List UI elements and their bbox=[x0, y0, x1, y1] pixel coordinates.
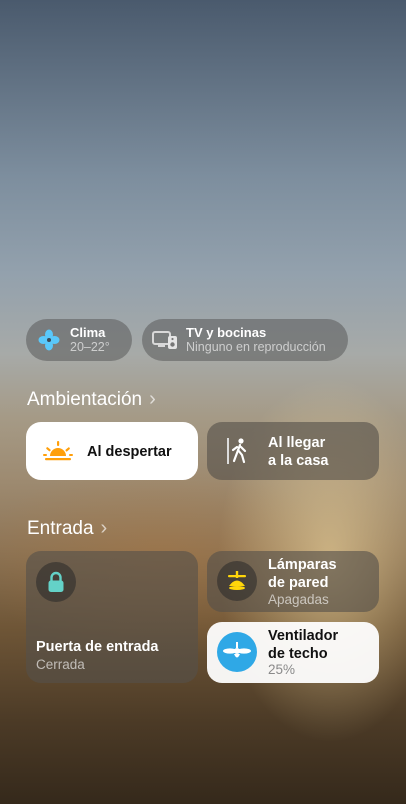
scene-arrive-line2: a la casa bbox=[268, 453, 329, 469]
ceiling-fan-line1: Ventilador bbox=[268, 628, 339, 644]
lamp-icon-circle bbox=[217, 561, 257, 601]
scene-arrive-line1: Al llegar bbox=[268, 435, 326, 451]
chevron-right-icon: › bbox=[149, 388, 156, 410]
front-door-lock-tile[interactable]: Puerta de entrada Cerrada bbox=[26, 551, 198, 683]
scenes-header[interactable]: Ambientación › bbox=[27, 388, 156, 411]
wall-lamps-line2: de pared bbox=[268, 575, 329, 591]
lock-icon-circle bbox=[36, 562, 76, 602]
fan-climate-icon bbox=[36, 327, 62, 353]
tv-speakers-pill[interactable]: TV y bocinas Ninguno en reproducción bbox=[142, 319, 348, 361]
climate-title: Clima bbox=[70, 325, 106, 340]
scene-wake-up-label: Al despertar bbox=[87, 444, 172, 460]
scene-wake-up-button[interactable]: Al despertar bbox=[26, 422, 198, 480]
tv-status: Ninguno en reproducción bbox=[186, 340, 326, 354]
tv-title: TV y bocinas bbox=[186, 325, 267, 340]
ceiling-fan-icon bbox=[223, 642, 251, 658]
front-door-name: Puerta de entrada bbox=[36, 639, 159, 655]
climate-value: 20–22° bbox=[70, 340, 110, 354]
ceiling-fan-line2: de techo bbox=[268, 646, 328, 662]
ceiling-fan-status: 25% bbox=[268, 662, 296, 677]
chevron-right-icon: › bbox=[100, 517, 108, 539]
wall-lamps-tile[interactable]: Lámparas de pared Apagadas bbox=[207, 551, 379, 612]
fan-icon-circle bbox=[217, 632, 257, 672]
climate-pill[interactable]: Clima 20–22° bbox=[26, 319, 132, 361]
scenes-title: Ambientación bbox=[27, 388, 143, 410]
front-door-status: Cerrada bbox=[36, 657, 85, 672]
tv-speaker-icon bbox=[152, 327, 178, 353]
ceiling-fan-tile[interactable]: Ventilador de techo 25% bbox=[207, 622, 379, 683]
entrance-header[interactable]: Entrada › bbox=[27, 517, 107, 540]
wall-lamps-status: Apagadas bbox=[268, 592, 329, 607]
sunrise-icon bbox=[43, 439, 73, 468]
scene-arrive-home-button[interactable]: Al llegar a la casa bbox=[207, 422, 379, 480]
person-walking-icon bbox=[226, 437, 252, 470]
entrance-title: Entrada bbox=[27, 517, 94, 539]
wall-lamp-icon bbox=[228, 571, 246, 590]
lock-icon bbox=[48, 571, 64, 592]
wall-lamps-line1: Lámparas bbox=[268, 557, 337, 573]
